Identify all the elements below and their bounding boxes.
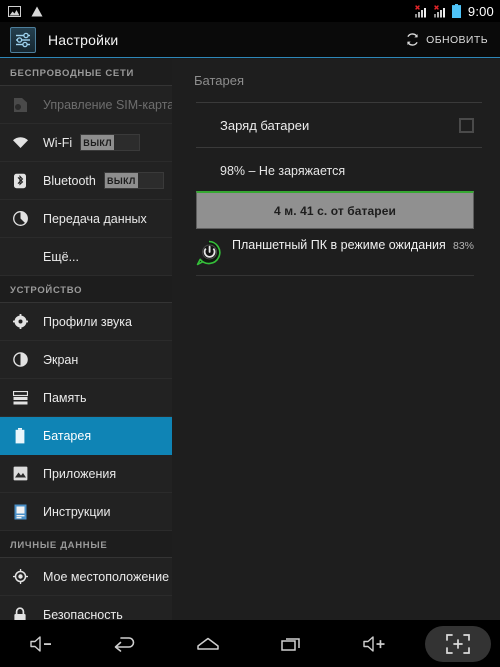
sidebar-item-label: Инструкции bbox=[43, 504, 111, 519]
standby-power-icon bbox=[196, 238, 226, 266]
app-header: Настройки ОБНОВИТЬ bbox=[0, 22, 500, 58]
sidebar-item-bluetooth[interactable]: Bluetooth ВЫКЛ bbox=[0, 162, 172, 200]
sidebar-item-data-usage[interactable]: Передача данных bbox=[0, 200, 172, 238]
battery-history-label: 4 м. 41 с. от батареи bbox=[274, 203, 396, 218]
battery-icon bbox=[10, 427, 30, 444]
wifi-icon bbox=[10, 136, 30, 149]
sidebar-section-header-wireless: БЕСПРОВОДНЫЕ СЕТИ bbox=[0, 59, 172, 86]
data-usage-icon bbox=[10, 211, 30, 226]
sidebar-item-label: Wi-Fi bbox=[43, 135, 73, 150]
battery-history-graph[interactable]: 4 м. 41 с. от батареи bbox=[196, 191, 474, 229]
battery-status-line: 98% – Не заряжается bbox=[220, 164, 346, 178]
bluetooth-toggle-state: ВЫКЛ bbox=[104, 173, 138, 188]
sidebar-item-battery[interactable]: Батарея bbox=[0, 417, 172, 455]
display-icon bbox=[10, 352, 30, 367]
battery-usage-body: Планшетный ПК в режиме ожидания 83% bbox=[232, 238, 474, 252]
sidebar-item-apps[interactable]: Приложения bbox=[0, 455, 172, 493]
sound-profiles-icon bbox=[10, 314, 30, 329]
wifi-toggle-state: ВЫКЛ bbox=[81, 135, 115, 150]
status-bar-left-icons bbox=[8, 5, 43, 17]
storage-icon bbox=[10, 390, 30, 405]
sidebar-item-label: Мое местоположение bbox=[43, 569, 170, 584]
sidebar-item-sim-management[interactable]: Управление SIM-картами bbox=[0, 86, 172, 124]
refresh-label: ОБНОВИТЬ bbox=[426, 33, 488, 46]
sidebar-item-label: Память bbox=[43, 390, 87, 405]
location-icon bbox=[10, 569, 30, 584]
battery-usage-name: Планшетный ПК в режиме ожидания bbox=[232, 238, 446, 252]
refresh-button[interactable]: ОБНОВИТЬ bbox=[399, 28, 492, 51]
apps-icon bbox=[10, 466, 30, 481]
signal-no-sim-icon bbox=[433, 4, 447, 18]
sidebar-item-label: Управление SIM-картами bbox=[43, 97, 172, 112]
sidebar-item-label: Приложения bbox=[43, 466, 117, 481]
sidebar-item-label: Профили звука bbox=[43, 314, 132, 329]
volume-up-icon[interactable] bbox=[333, 620, 416, 667]
status-bar: 9:00 bbox=[0, 0, 500, 22]
volume-down-icon[interactable] bbox=[0, 620, 83, 667]
sim-card-icon bbox=[10, 97, 30, 113]
battery-icon bbox=[451, 4, 461, 18]
sidebar-item-my-location[interactable]: Мое местоположение bbox=[0, 558, 172, 596]
battery-panel-title: Батарея bbox=[194, 73, 245, 88]
battery-usage-header: Планшетный ПК в режиме ожидания 83% bbox=[232, 238, 474, 252]
back-icon[interactable] bbox=[83, 620, 166, 667]
bluetooth-toggle[interactable]: ВЫКЛ bbox=[103, 172, 164, 189]
sidebar-item-label: Безопасность bbox=[43, 607, 123, 621]
home-icon[interactable] bbox=[167, 620, 250, 667]
navigation-bar bbox=[0, 620, 500, 667]
wifi-toggle[interactable]: ВЫКЛ bbox=[80, 134, 141, 151]
sidebar-section-header-device: УСТРОЙСТВО bbox=[0, 276, 172, 303]
sidebar-item-manual[interactable]: Инструкции bbox=[0, 493, 172, 531]
bluetooth-icon bbox=[10, 173, 30, 189]
refresh-icon bbox=[405, 32, 420, 47]
sidebar-item-label: Экран bbox=[43, 352, 79, 367]
signal-no-sim-icon bbox=[414, 4, 428, 18]
battery-panel: Батарея Заряд батареи 98% – Не заряжаетс… bbox=[172, 59, 500, 620]
sidebar-item-label: Bluetooth bbox=[43, 173, 96, 188]
warning-triangle-icon bbox=[31, 6, 43, 17]
recents-icon[interactable] bbox=[250, 620, 333, 667]
image-icon bbox=[8, 5, 21, 17]
battery-charge-checkbox[interactable] bbox=[459, 117, 474, 133]
sidebar-item-label: Батарея bbox=[43, 428, 92, 443]
sidebar-section-header-personal: ЛИЧНЫЕ ДАННЫЕ bbox=[0, 531, 172, 558]
battery-usage-percent: 83% bbox=[452, 240, 474, 252]
sidebar-item-sound-profiles[interactable]: Профили звука bbox=[0, 303, 172, 341]
status-bar-right-icons: 9:00 bbox=[414, 4, 494, 19]
screenshot-icon[interactable] bbox=[417, 620, 500, 667]
sidebar-item-more[interactable]: Ещё... bbox=[0, 238, 172, 276]
sidebar-item-storage[interactable]: Память bbox=[0, 379, 172, 417]
battery-charge-row[interactable]: Заряд батареи bbox=[172, 103, 500, 147]
sidebar-item-display[interactable]: Экран bbox=[0, 341, 172, 379]
page-title: Настройки bbox=[48, 31, 119, 48]
lock-icon bbox=[10, 606, 30, 620]
sidebar-item-label: Передача данных bbox=[43, 211, 147, 226]
sidebar-item-wifi[interactable]: Wi-Fi ВЫКЛ bbox=[0, 124, 172, 162]
manual-icon bbox=[10, 504, 30, 520]
settings-sliders-icon bbox=[10, 26, 36, 53]
battery-usage-item[interactable]: Планшетный ПК в режиме ожидания 83% bbox=[196, 238, 474, 276]
android-settings-screen: 9:00 Настройки ОБНОВИТЬ БЕСПРОВОДНЫЕ СЕТ… bbox=[0, 0, 500, 667]
sidebar-item-label: Ещё... bbox=[43, 249, 79, 264]
battery-charge-label: Заряд батареи bbox=[220, 117, 310, 133]
settings-sidebar[interactable]: БЕСПРОВОДНЫЕ СЕТИ Управление SIM-картами… bbox=[0, 59, 172, 620]
status-bar-clock: 9:00 bbox=[467, 3, 494, 19]
sidebar-item-security[interactable]: Безопасность bbox=[0, 596, 172, 620]
content-area: БЕСПРОВОДНЫЕ СЕТИ Управление SIM-картами… bbox=[0, 59, 500, 620]
